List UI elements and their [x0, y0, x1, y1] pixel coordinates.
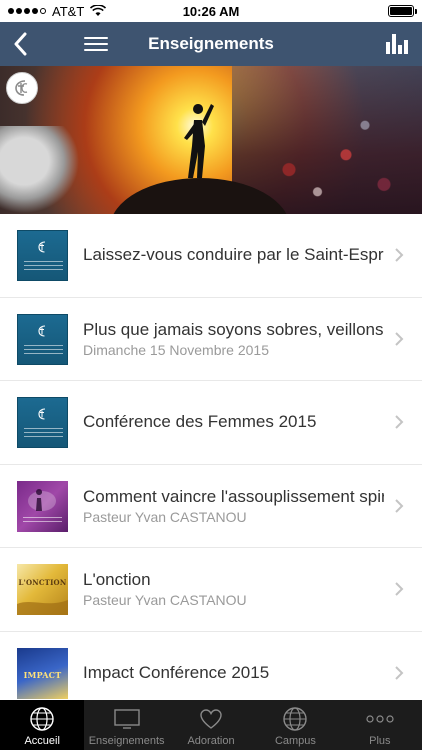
wifi-icon	[90, 5, 107, 16]
teaching-thumbnail	[17, 313, 68, 365]
victory-figure-image	[184, 104, 214, 178]
tab-label: Adoration	[187, 735, 235, 747]
teachings-list: Laissez-vous conduire par le Saint-Espri…	[0, 214, 422, 715]
list-item[interactable]: Conférence des Femmes 2015	[0, 381, 422, 465]
church-logo-icon	[15, 80, 28, 96]
church-logo-icon	[38, 241, 46, 253]
thumbnail-text-lines	[24, 261, 63, 273]
item-title: Comment vaincre l'assouplissement spirit…	[83, 486, 384, 506]
tab-campus[interactable]: Campus	[253, 700, 337, 750]
globe-icon	[281, 705, 309, 733]
teaching-thumbnail	[17, 480, 68, 532]
thumbnail-text-lines	[23, 516, 62, 525]
teaching-thumbnail: IMPACT	[17, 647, 68, 699]
page-title: Enseignements	[148, 34, 274, 53]
signal-strength-icon	[8, 8, 46, 14]
item-subtitle: Pasteur Yvan CASTANOU	[83, 592, 247, 609]
bar-chart-icon-bar	[404, 40, 408, 54]
battery-icon	[388, 5, 417, 17]
chevron-right-icon	[395, 666, 404, 680]
tab-label: Plus	[369, 735, 391, 747]
item-subtitle: Dimanche 15 Novembre 2015	[83, 341, 269, 358]
monitor-icon	[113, 705, 141, 733]
globe-icon	[28, 705, 56, 733]
tab-enseignements[interactable]: Enseignements	[84, 700, 168, 750]
nav-bar: Enseignements	[0, 22, 422, 66]
church-logo	[6, 72, 38, 104]
chevron-left-icon	[14, 32, 27, 56]
hamburger-icon-line	[84, 49, 108, 51]
list-item[interactable]: L'ONCTION L'onction Pasteur Yvan CASTANO…	[0, 548, 422, 632]
back-button[interactable]	[10, 30, 30, 58]
chevron-right-icon	[395, 582, 404, 596]
hamburger-icon-line	[84, 37, 108, 39]
tab-adoration[interactable]: Adoration	[169, 700, 253, 750]
chevron-right-icon	[395, 415, 404, 429]
thumbnail-text-lines	[24, 344, 63, 357]
teaching-thumbnail	[17, 397, 68, 448]
item-title: Laissez-vous conduire par le Saint-Espri…	[83, 245, 384, 265]
list-item[interactable]: Comment vaincre l'assouplissement spirit…	[0, 465, 422, 548]
item-text: Conférence des Femmes 2015	[83, 381, 384, 464]
status-left: AT&T	[8, 3, 107, 19]
item-title: Conférence des Femmes 2015	[83, 412, 317, 432]
chevron-right-icon	[395, 332, 404, 346]
bar-chart-icon-bar	[392, 34, 396, 54]
teaching-thumbnail: L'ONCTION	[17, 564, 68, 615]
bar-chart-icon-bar	[398, 45, 402, 54]
list-item[interactable]: Laissez-vous conduire par le Saint-Espri…	[0, 214, 422, 298]
church-logo-icon	[38, 408, 46, 420]
status-bar: AT&T 10:26 AM	[0, 0, 422, 22]
menu-button[interactable]	[84, 32, 108, 56]
item-title: L'onction	[83, 570, 151, 590]
bar-chart-icon	[386, 42, 390, 54]
chevron-right-icon	[395, 499, 404, 513]
tab-plus[interactable]: Plus	[338, 700, 422, 750]
raised-fist-image	[0, 126, 80, 214]
chevron-right-icon	[395, 248, 404, 262]
item-subtitle: Pasteur Yvan CASTANOU	[83, 508, 247, 525]
list-item[interactable]: Plus que jamais soyons sobres, veillons …	[0, 298, 422, 381]
item-title: Plus que jamais soyons sobres, veillons	[83, 319, 384, 339]
item-text: L'onction Pasteur Yvan CASTANOU	[83, 548, 384, 631]
tab-accueil[interactable]: Accueil	[0, 700, 85, 750]
heart-icon	[197, 705, 225, 733]
item-text: Laissez-vous conduire par le Saint-Espri…	[83, 214, 384, 297]
item-text: Plus que jamais soyons sobres, veillons …	[83, 298, 384, 381]
status-right	[388, 5, 417, 17]
teaching-thumbnail	[17, 230, 68, 281]
tab-label: Campus	[274, 735, 316, 747]
church-logo-icon	[38, 324, 46, 337]
carrier-label: AT&T	[52, 3, 85, 19]
tab-label: Enseignements	[88, 735, 165, 747]
chart-button[interactable]	[386, 32, 408, 54]
battery-level	[390, 7, 412, 15]
hamburger-icon-line	[84, 43, 108, 45]
tab-label: Accueil	[24, 735, 60, 747]
oil-drop-image	[17, 600, 68, 615]
item-title: Impact Conférence 2015	[83, 662, 270, 682]
thumbnail-text-lines	[24, 428, 63, 440]
tab-bar: Accueil Enseignements Adoration Campus P…	[0, 700, 422, 750]
item-text: Comment vaincre l'assouplissement spirit…	[83, 465, 384, 548]
thumbnail-title: IMPACT	[23, 669, 62, 680]
hero-banner	[0, 66, 422, 214]
more-icon	[366, 705, 394, 733]
